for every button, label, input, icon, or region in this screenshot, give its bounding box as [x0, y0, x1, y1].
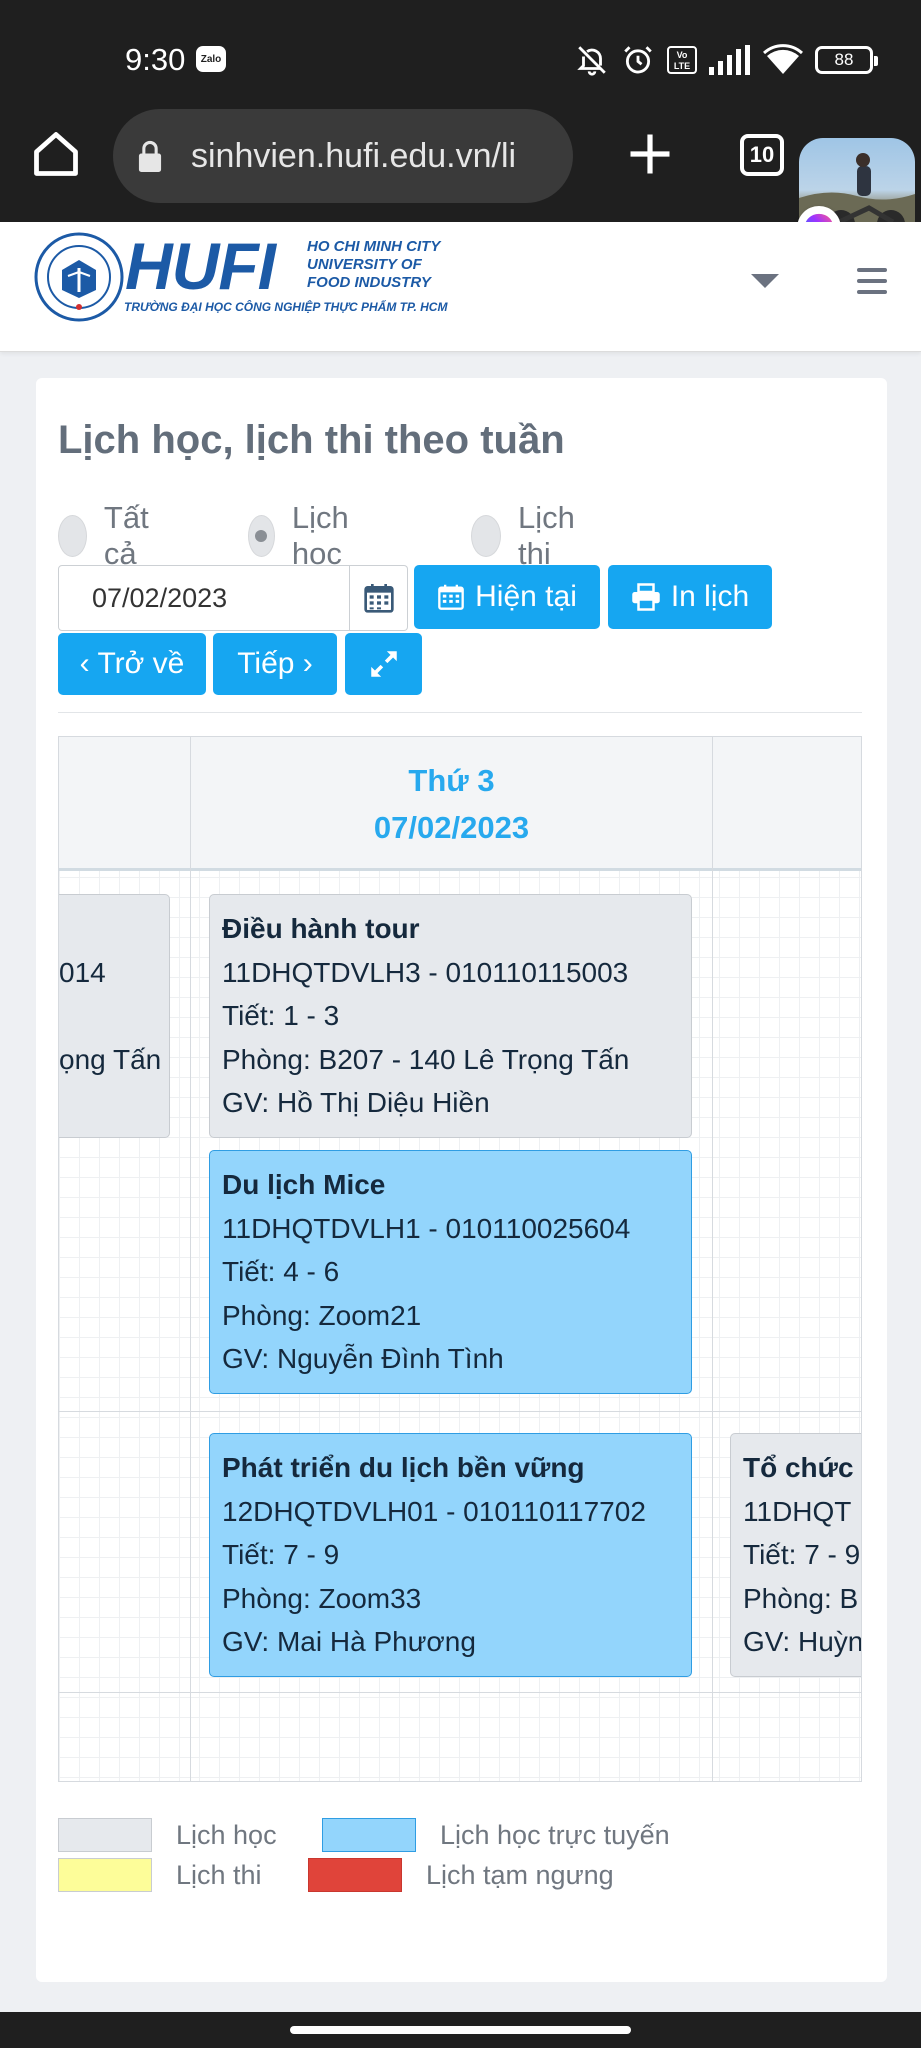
day-name: Thứ 3 [408, 763, 495, 798]
home-icon[interactable] [30, 128, 82, 180]
expand-icon [370, 651, 397, 677]
legend-label: Lịch thi [176, 1859, 262, 1890]
calendar-icon [438, 584, 464, 610]
university-seal-logo[interactable] [34, 232, 124, 322]
signal-icon [709, 45, 750, 75]
wifi-icon [763, 44, 803, 74]
event-room: Phòng: B207 - 140 Lê Trọng Tấn [222, 1043, 630, 1075]
radio-all[interactable]: Tất cả [58, 500, 162, 571]
hamburger-menu-icon[interactable] [857, 268, 887, 294]
plus-icon[interactable] [624, 128, 676, 180]
event-title: Phát triển du lịch bền vững [222, 1452, 585, 1483]
legend-swatch [58, 1818, 152, 1852]
session-divider [59, 1692, 861, 1693]
radio-button-checked[interactable] [248, 515, 275, 557]
schedule-card: Lịch học, lịch thi theo tuần Tất cả Lịch… [36, 378, 887, 1982]
schedule-legend: Lịch học Lịch học trực tuyến Lịch thi Lị… [58, 1818, 862, 1908]
lock-icon [138, 140, 162, 172]
status-time: 9:30 [125, 42, 186, 77]
event-code: 11DHQT [743, 1495, 852, 1527]
legend-item: Lịch học [58, 1818, 277, 1852]
session-divider [59, 1411, 861, 1412]
radio-button[interactable] [471, 515, 502, 557]
next-week-button[interactable]: Tiếp › [213, 633, 337, 695]
event-title: Điều hành tour [222, 913, 420, 944]
event-card[interactable]: Phát triển du lịch bền vững 12DHQTDVLH01… [209, 1433, 692, 1677]
site-header: HUFI HO CHI MINH CITY UNIVERSITY OF FOOD… [0, 222, 921, 352]
event-card[interactable]: Du lịch Mice 11DHQTDVLH1 - 010110025604 … [209, 1150, 692, 1394]
column-divider [712, 737, 713, 1781]
system-navigation-bar [0, 2012, 921, 2048]
event-teacher: GV: Hồ Thị Diệu Hiền [222, 1087, 490, 1118]
home-gesture-bar[interactable] [290, 2026, 631, 2034]
printer-icon [632, 583, 660, 611]
legend-item: Lịch thi [58, 1858, 262, 1892]
dropdown-caret-icon[interactable] [751, 274, 779, 288]
event-room: Phòng: B [743, 1582, 859, 1614]
current-week-label: Hiện tại [475, 580, 577, 613]
calendar-icon [363, 584, 394, 613]
logo-english-name: HO CHI MINH CITY UNIVERSITY OF FOOD INDU… [307, 238, 441, 291]
legend-swatch [58, 1858, 152, 1892]
event-teacher: GV: Huỳn [743, 1626, 862, 1657]
week-schedule-grid: Thứ 3 07/02/2023 014 ọng Tấn Điều hành t… [58, 736, 862, 1782]
event-teacher: GV: Mai Hà Phương [222, 1626, 476, 1657]
bell-off-icon [577, 46, 606, 76]
previous-week-button[interactable]: ‹ Trở về [58, 633, 206, 695]
page-title: Lịch học, lịch thi theo tuần [58, 418, 565, 462]
legend-item: Lịch tạm ngưng [308, 1858, 614, 1892]
legend-swatch [322, 1818, 416, 1852]
logo-wordmark: HUFI [125, 229, 276, 303]
print-schedule-button[interactable]: In lịch [608, 565, 772, 629]
radio-label: Tất cả [103, 500, 149, 571]
event-room: Phòng: Zoom33 [222, 1582, 422, 1614]
url-bar[interactable]: sinhvien.hufi.edu.vn/li [113, 109, 573, 203]
radio-label: Lịch học [291, 500, 349, 571]
logo-vietnamese-name: TRƯỜNG ĐẠI HỌC CÔNG NGHIỆP THỰC PHẨM TP.… [124, 300, 448, 314]
day-header: Thứ 3 07/02/2023 [191, 757, 712, 851]
event-period: Tiết: 1 - 3 [222, 1000, 340, 1031]
expand-button[interactable] [345, 633, 422, 695]
volte-icon: Vo LTE [667, 46, 697, 74]
event-period: Tiết: 7 - 9 [743, 1539, 861, 1570]
zalo-icon: Zalo [196, 46, 226, 72]
radio-button[interactable] [58, 515, 87, 557]
event-code: 014 [59, 956, 106, 988]
event-period: Tiết: 7 - 9 [222, 1539, 340, 1570]
event-card-partial[interactable]: Tổ chức 11DHQT Tiết: 7 - 9 Phòng: B GV: … [730, 1433, 862, 1677]
legend-item: Lịch học trực tuyến [322, 1818, 670, 1852]
print-label: In lịch [670, 580, 750, 613]
current-week-button[interactable]: Hiện tại [414, 565, 600, 629]
event-title: Tổ chức [743, 1452, 854, 1483]
legend-swatch [308, 1858, 402, 1892]
status-bar: 9:30 Zalo Vo LTE 88 [0, 0, 921, 110]
column-divider [190, 737, 191, 1781]
event-card-partial[interactable]: 014 ọng Tấn [59, 894, 170, 1138]
date-input[interactable] [58, 565, 350, 631]
tab-switcher-button[interactable]: 10 [740, 134, 784, 176]
legend-label: Lịch tạm ngưng [426, 1859, 614, 1890]
battery-icon: 88 [815, 46, 878, 74]
web-page: HUFI HO CHI MINH CITY UNIVERSITY OF FOOD… [0, 222, 921, 2012]
date-picker-button[interactable] [350, 565, 408, 631]
radio-class-schedule[interactable]: Lịch học [248, 500, 364, 571]
event-code: 11DHQTDVLH1 - 010110025604 [222, 1212, 631, 1244]
legend-label: Lịch học [176, 1819, 277, 1850]
event-code: 11DHQTDVLH3 - 010110115003 [222, 956, 629, 988]
event-room: Phòng: Zoom21 [222, 1299, 422, 1331]
divider [58, 712, 862, 713]
event-room: ọng Tấn [59, 1043, 162, 1075]
radio-label: Lịch thi [518, 500, 575, 571]
url-text[interactable]: sinhvien.hufi.edu.vn/li [191, 137, 516, 176]
day-date: 07/02/2023 [373, 810, 530, 845]
event-period: Tiết: 4 - 6 [222, 1256, 340, 1287]
event-card[interactable]: Điều hành tour 11DHQTDVLH3 - 01011011500… [209, 894, 692, 1138]
radio-exam-schedule[interactable]: Lịch thi [471, 500, 587, 571]
event-code: 12DHQTDVLH01 - 010110117702 [222, 1495, 646, 1527]
alarm-icon [624, 46, 652, 74]
legend-label: Lịch học trực tuyến [440, 1819, 670, 1850]
status-icons: Vo LTE 88 [575, 40, 878, 80]
event-teacher: GV: Nguyễn Đình Tình [222, 1343, 504, 1374]
event-title: Du lịch Mice [222, 1169, 386, 1200]
